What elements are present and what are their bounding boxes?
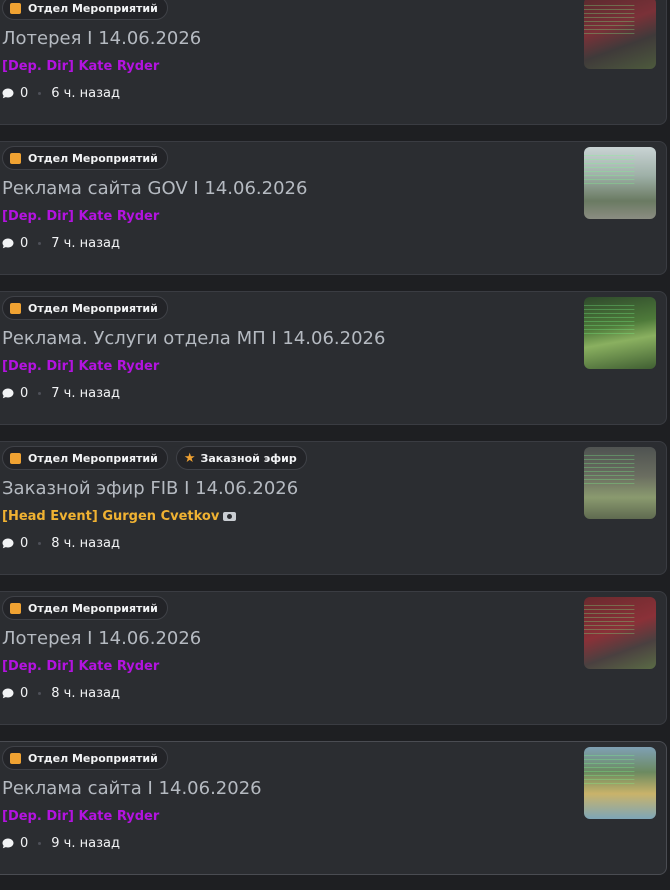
tag-events[interactable]: Отдел Мероприятий xyxy=(2,146,168,170)
comment-bubble-icon xyxy=(2,538,14,549)
orange-square-icon xyxy=(10,452,21,464)
forum-post[interactable]: Отдел Мероприятий Лотерея I 14.06.2026 [… xyxy=(0,0,667,125)
forum-post[interactable]: Отдел Мероприятий Реклама. Услуги отдела… xyxy=(0,291,667,425)
post-meta: 0 6 ч. назад xyxy=(2,86,120,101)
post-meta: 0 9 ч. назад xyxy=(2,836,120,851)
post-thumbnail[interactable] xyxy=(584,747,656,819)
post-title[interactable]: Реклама. Услуги отдела МП I 14.06.2026 xyxy=(2,328,385,349)
screenshot-thumbnail-image xyxy=(584,0,656,69)
orange-square-icon xyxy=(10,602,21,614)
separator-dot xyxy=(38,692,42,695)
post-meta: 0 7 ч. назад xyxy=(2,386,120,401)
comment-count: 0 xyxy=(20,836,29,851)
post-tags: Отдел Мероприятий xyxy=(2,596,168,620)
post-author-row: [Head Event] Gurgen Cvetkov xyxy=(2,509,237,524)
separator-dot xyxy=(38,392,42,395)
post-title[interactable]: Лотерея I 14.06.2026 xyxy=(2,28,201,49)
post-thumbnail[interactable] xyxy=(584,0,656,69)
comment-count: 0 xyxy=(20,236,29,251)
star-icon: ★ xyxy=(183,450,196,466)
post-time: 8 ч. назад xyxy=(51,686,120,701)
post-author: [Head Event] Gurgen Cvetkov xyxy=(2,509,220,524)
orange-square-icon xyxy=(10,752,21,764)
tag-label: Заказной эфир xyxy=(200,451,297,465)
post-meta: 0 7 ч. назад xyxy=(2,236,120,251)
separator-dot xyxy=(38,242,42,245)
post-tags: Отдел Мероприятий ★ Заказной эфир xyxy=(2,446,307,470)
comment-count: 0 xyxy=(20,686,29,701)
post-author: [Dep. Dir] Kate Ryder xyxy=(2,209,160,224)
tag-label: Отдел Мероприятий xyxy=(28,601,158,615)
post-time: 9 ч. назад xyxy=(51,836,120,851)
separator-dot xyxy=(38,842,42,845)
screenshot-thumbnail-image xyxy=(584,747,656,819)
comment-bubble-icon xyxy=(2,388,14,399)
forum-post[interactable]: Отдел Мероприятий Лотерея I 14.06.2026 [… xyxy=(0,591,667,725)
tag-events[interactable]: Отдел Мероприятий xyxy=(2,446,168,470)
screenshot-thumbnail-image xyxy=(584,447,656,519)
screenshot-thumbnail-image xyxy=(584,147,656,219)
tag-events[interactable]: Отдел Мероприятий xyxy=(2,746,168,770)
post-title[interactable]: Реклама сайта I 14.06.2026 xyxy=(2,778,262,799)
orange-square-icon xyxy=(10,2,21,14)
post-tags: Отдел Мероприятий xyxy=(2,146,168,170)
tag-ordered-broadcast[interactable]: ★ Заказной эфир xyxy=(175,446,307,470)
forum-post[interactable]: Отдел Мероприятий ★ Заказной эфир Заказн… xyxy=(0,441,667,575)
comment-count: 0 xyxy=(20,386,29,401)
post-author: [Dep. Dir] Kate Ryder xyxy=(2,809,160,824)
comment-bubble-icon xyxy=(2,238,14,249)
screenshot-thumbnail-image xyxy=(584,297,656,369)
tag-events[interactable]: Отдел Мероприятий xyxy=(2,296,168,320)
post-title[interactable]: Лотерея I 14.06.2026 xyxy=(2,628,201,649)
camera-icon xyxy=(223,512,237,521)
post-tags: Отдел Мероприятий xyxy=(2,296,168,320)
post-thumbnail[interactable] xyxy=(584,147,656,219)
tag-events[interactable]: Отдел Мероприятий xyxy=(2,0,168,20)
post-title[interactable]: Заказной эфир FIB I 14.06.2026 xyxy=(2,478,298,499)
post-time: 7 ч. назад xyxy=(51,236,120,251)
post-tags: Отдел Мероприятий xyxy=(2,0,168,20)
screenshot-thumbnail-image xyxy=(584,597,656,669)
post-thumbnail[interactable] xyxy=(584,597,656,669)
post-time: 7 ч. назад xyxy=(51,386,120,401)
post-time: 6 ч. назад xyxy=(51,86,120,101)
forum-post[interactable]: Отдел Мероприятий Реклама сайта GOV I 14… xyxy=(0,141,667,275)
tag-label: Отдел Мероприятий xyxy=(28,301,158,315)
tag-label: Отдел Мероприятий xyxy=(28,751,158,765)
post-author: [Dep. Dir] Kate Ryder xyxy=(2,59,160,74)
post-meta: 0 8 ч. назад xyxy=(2,536,120,551)
forum-post-list: Отдел Мероприятий Лотерея I 14.06.2026 [… xyxy=(0,0,670,890)
comment-bubble-icon xyxy=(2,838,14,849)
comment-count: 0 xyxy=(20,536,29,551)
separator-dot xyxy=(38,542,42,545)
separator-dot xyxy=(38,92,42,95)
post-thumbnail[interactable] xyxy=(584,297,656,369)
comment-bubble-icon xyxy=(2,688,14,699)
tag-label: Отдел Мероприятий xyxy=(28,451,158,465)
tag-label: Отдел Мероприятий xyxy=(28,1,158,15)
tag-label: Отдел Мероприятий xyxy=(28,151,158,165)
tag-events[interactable]: Отдел Мероприятий xyxy=(2,596,168,620)
orange-square-icon xyxy=(10,152,21,164)
post-meta: 0 8 ч. назад xyxy=(2,686,120,701)
orange-square-icon xyxy=(10,302,21,314)
post-author: [Dep. Dir] Kate Ryder xyxy=(2,659,160,674)
forum-post[interactable]: Отдел Мероприятий Реклама сайта I 14.06.… xyxy=(0,741,667,875)
post-time: 8 ч. назад xyxy=(51,536,120,551)
post-title[interactable]: Реклама сайта GOV I 14.06.2026 xyxy=(2,178,307,199)
post-author: [Dep. Dir] Kate Ryder xyxy=(2,359,160,374)
post-thumbnail[interactable] xyxy=(584,447,656,519)
post-tags: Отдел Мероприятий xyxy=(2,746,168,770)
comment-bubble-icon xyxy=(2,88,14,99)
comment-count: 0 xyxy=(20,86,29,101)
